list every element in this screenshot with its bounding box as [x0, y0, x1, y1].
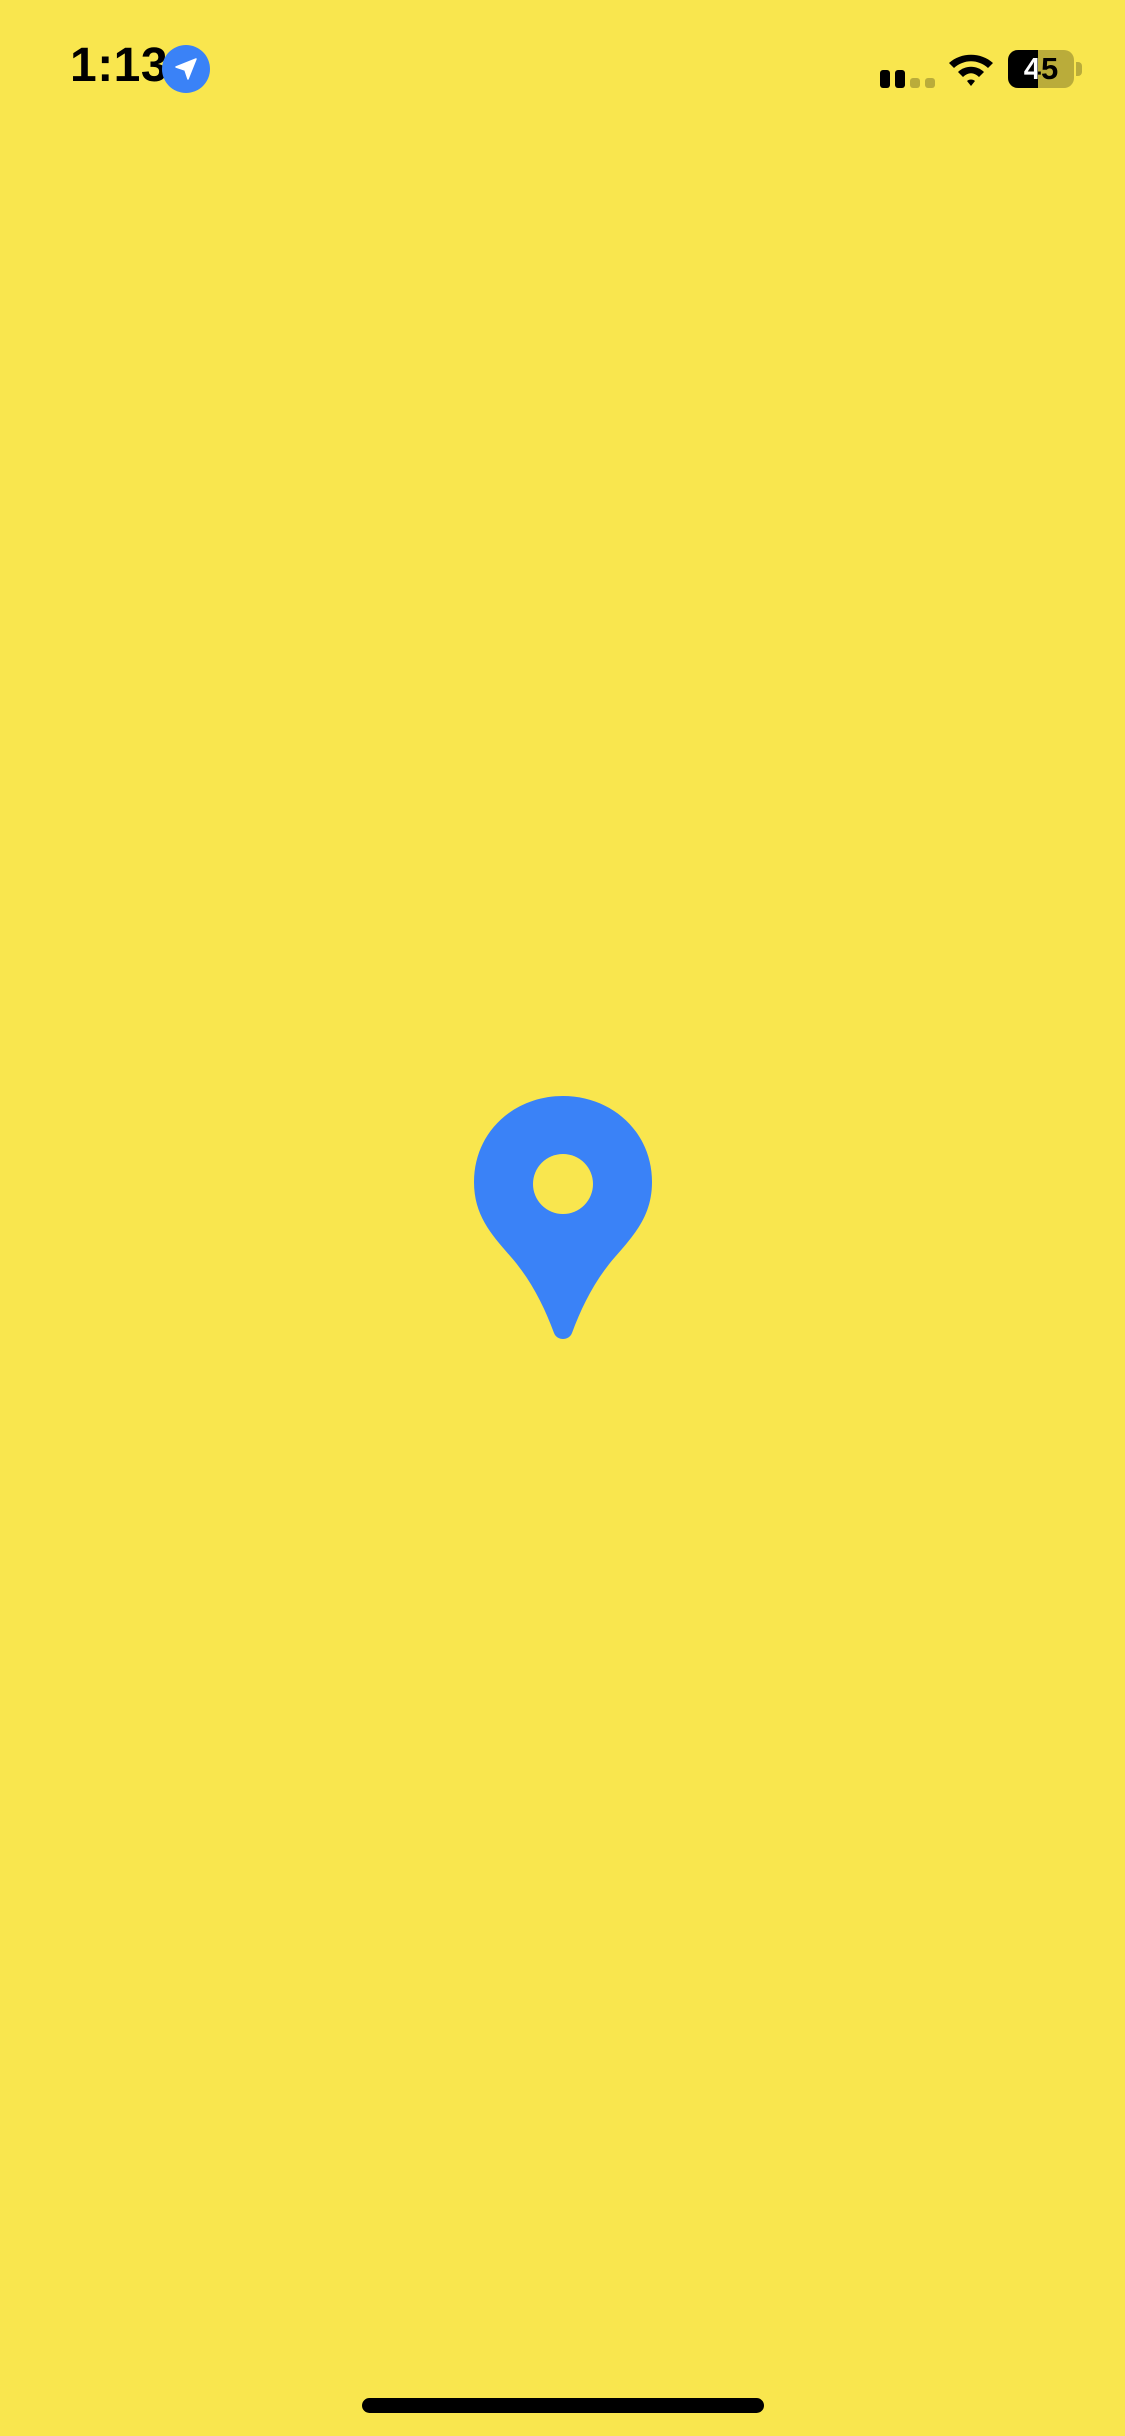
cellular-signal-icon — [880, 70, 935, 88]
signal-bar-2 — [895, 70, 905, 88]
splash-screen: 1:13 45 — [0, 0, 1125, 2436]
battery-body: 45 — [1008, 50, 1074, 88]
battery-icon: 45 — [1008, 50, 1084, 88]
location-arrow-icon — [162, 45, 210, 93]
wifi-icon — [949, 54, 993, 86]
signal-bar-1 — [880, 70, 890, 88]
home-indicator[interactable] — [362, 2398, 764, 2413]
battery-percent: 45 — [1008, 50, 1074, 88]
battery-nub — [1076, 62, 1082, 76]
status-time: 1:13 — [70, 39, 169, 92]
status-bar: 1:13 45 — [0, 0, 1125, 140]
signal-bar-3 — [910, 78, 920, 88]
map-pin-icon — [474, 1096, 652, 1340]
signal-bar-4 — [925, 78, 935, 88]
